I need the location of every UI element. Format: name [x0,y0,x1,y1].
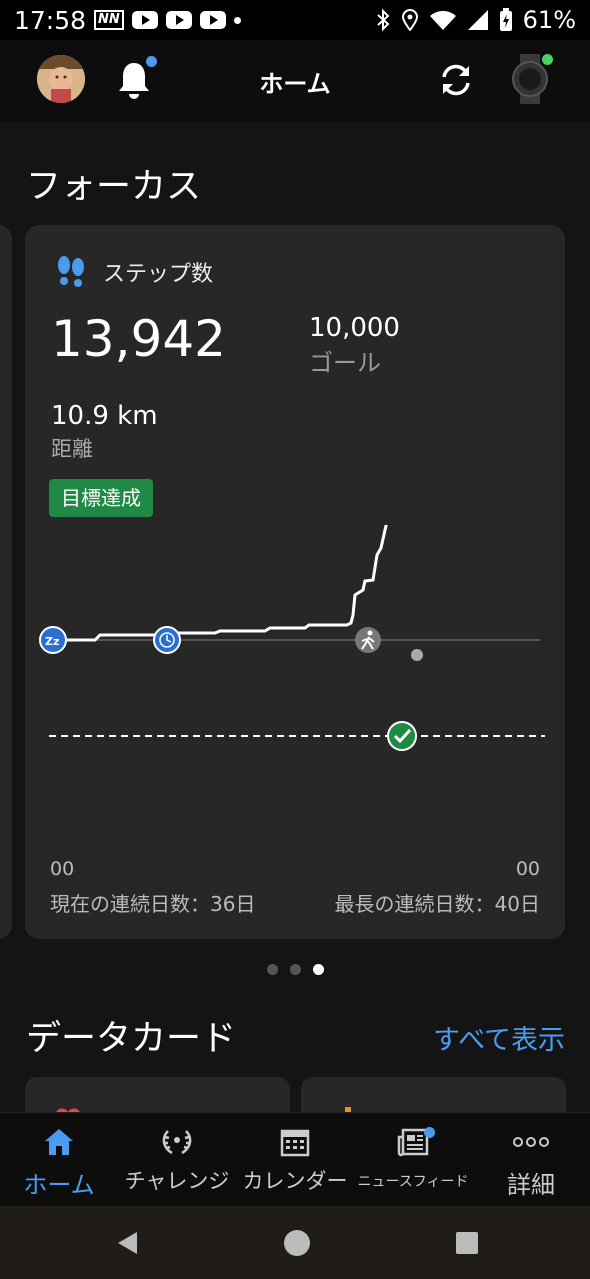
heart-icon [56,1108,80,1112]
more-notifications-icon [233,16,241,24]
system-icons: 61% [375,6,576,34]
sleep-icon: Zz [39,626,67,654]
card-title: ステップ数 [103,262,214,287]
battery-percent: 61% [522,6,576,34]
distance-label: 距離 [51,437,93,461]
laurel-icon [162,1130,192,1155]
youtube-icon [165,11,192,29]
card-header: ステップ数 [55,255,213,289]
notification-icons: NN [94,10,241,30]
sync-icon[interactable] [436,60,476,100]
steps-count: 13,942 [51,310,226,368]
carousel-pager [0,964,590,975]
goal-reached-marker [387,721,417,751]
home-icon [45,1129,73,1155]
nav-label: ホーム [23,1171,95,1199]
pager-dot[interactable] [266,964,278,975]
battery-icon [499,8,512,31]
axis-start-label: 00 [50,858,75,880]
nav-more[interactable]: 詳細 [472,1113,590,1207]
steps-chart: Zz [39,525,545,751]
show-all-link[interactable]: すべて表示 [433,1018,565,1057]
clock-icon [153,626,181,654]
nav-label: カレンダー [242,1169,348,1193]
end-point [411,649,423,661]
nav-label: チャレンジ [124,1169,230,1193]
signal-icon [467,10,488,30]
page-title: ホーム [259,70,331,98]
home-content[interactable]: フォーカス ステップ数 13,942 10,000 ゴール 10.9 km 距離… [0,122,590,1112]
data-card[interactable] [301,1077,566,1112]
steps-card[interactable]: ステップ数 13,942 10,000 ゴール 10.9 km 距離 目標達成 … [25,225,565,939]
calendar-icon [280,1129,310,1157]
status-bar: 17:58 NN 61% [0,0,590,40]
pager-dot-active[interactable] [312,964,324,975]
goal-label: ゴール [309,349,381,377]
nav-newsfeed[interactable]: ニュースフィード [354,1113,472,1207]
pager-dot[interactable] [289,964,301,975]
nav-challenge[interactable]: チャレンジ [118,1113,236,1207]
goal-value: 10,000 [309,313,400,343]
recents-icon[interactable] [455,1231,479,1255]
previous-card[interactable] [0,225,12,939]
longest-streak: 最長の連続日数：40日 [334,892,540,916]
current-streak: 現在の連続日数：36日 [50,892,256,916]
data-cards-title: データカード [26,1019,237,1059]
nav-home[interactable]: ホーム [0,1113,118,1207]
wifi-icon [429,10,456,30]
news-app-icon: NN [94,10,124,30]
nav-calendar[interactable]: カレンダー [236,1113,354,1207]
distance-value: 10.9 km [51,401,158,431]
nav-label: ニュースフィード [357,1174,469,1190]
youtube-icon [199,11,226,29]
newsfeed-badge [424,1127,435,1138]
youtube-icon [131,11,158,29]
bluetooth-icon [376,9,390,31]
system-navigation-bar [0,1206,590,1279]
focus-section-title: フォーカス [26,167,202,207]
bottom-nav: ホーム チャレンジ カレンダー ニュースフィード 詳細 [0,1112,590,1206]
app-header: ホーム [0,40,590,122]
data-card[interactable] [25,1077,290,1112]
back-icon[interactable] [115,1230,141,1256]
svg-text:Zz: Zz [45,635,59,648]
device-connected-badge [542,54,553,65]
steps-curve [53,525,388,642]
axis-end-label: 00 [515,858,540,880]
home-button-icon[interactable] [283,1229,311,1257]
goal-achieved-badge: 目標達成 [49,479,153,517]
walking-icon [355,627,381,653]
footsteps-icon [58,256,84,287]
status-time: 17:58 [14,5,87,35]
more-icon [513,1137,549,1147]
location-icon [401,9,418,31]
nav-label: 詳細 [507,1171,555,1199]
